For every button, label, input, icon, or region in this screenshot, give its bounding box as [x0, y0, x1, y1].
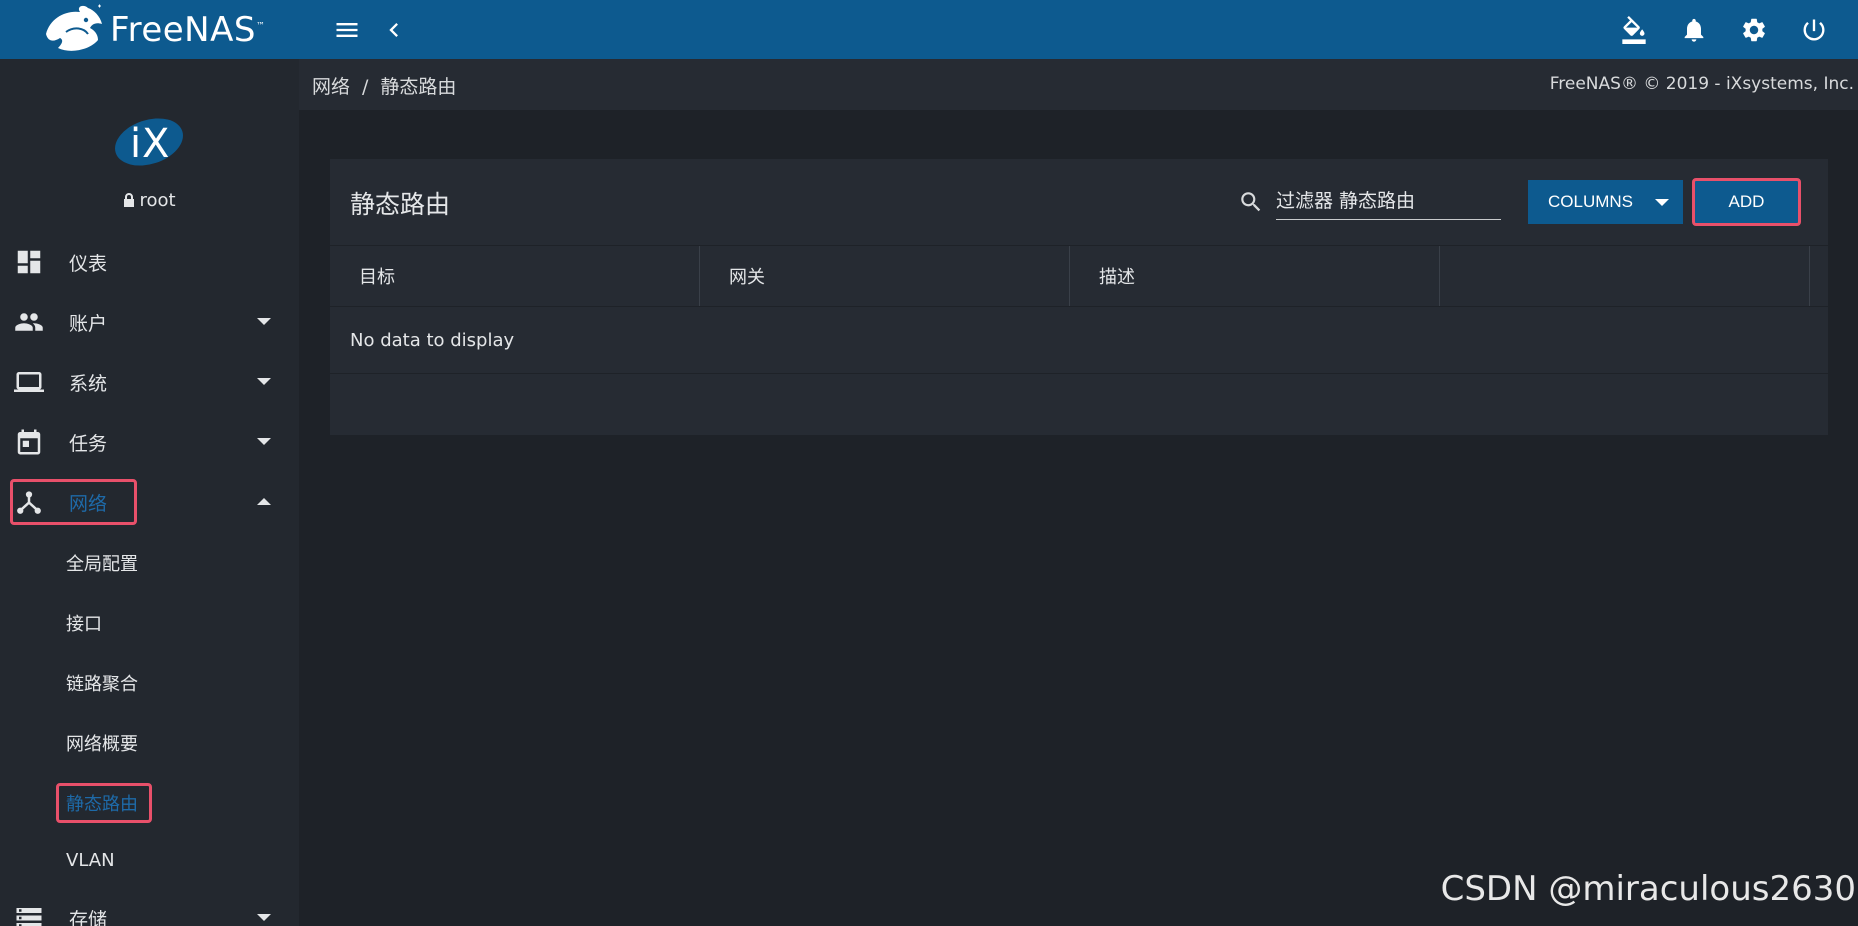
settings-gear-icon[interactable] — [1738, 14, 1770, 46]
sidebar-subitem-link-aggregation[interactable]: 链路聚合 — [66, 670, 138, 696]
chevron-left-icon[interactable] — [378, 14, 410, 46]
network-icon — [14, 487, 44, 517]
brand-name: FreeNAS™ — [110, 9, 266, 50]
sidebar-item-label: 账户 — [69, 312, 108, 335]
breadcrumb-separator: / — [362, 76, 369, 98]
page-title: 静态路由 — [350, 190, 451, 219]
shark-logo-icon — [46, 4, 102, 51]
sidebar: i X root 仪表 账户 系统 任务 网络 全局配置 接口 链路聚合 网络概… — [0, 59, 299, 926]
sidebar-item-storage[interactable]: 存储 — [0, 888, 299, 926]
column-header-gateway[interactable]: 网关 — [700, 246, 1070, 306]
column-header-actions — [1440, 246, 1810, 306]
accounts-icon — [14, 307, 44, 337]
sidebar-subitem-global-config[interactable]: 全局配置 — [66, 550, 138, 576]
chevron-down-icon — [257, 914, 271, 921]
menu-icon[interactable] — [331, 14, 363, 46]
column-header-description[interactable]: 描述 — [1070, 246, 1440, 306]
chevron-down-icon — [257, 378, 271, 385]
column-header-target[interactable]: 目标 — [330, 246, 700, 306]
notifications-bell-icon[interactable] — [1678, 14, 1710, 46]
columns-button-label: COLUMNS — [1548, 192, 1634, 211]
table-header: 目标 网关 描述 — [330, 245, 1828, 307]
sidebar-item-dashboard[interactable]: 仪表 — [0, 232, 299, 292]
theme-paint-icon[interactable] — [1618, 14, 1650, 46]
sidebar-subitem-interfaces[interactable]: 接口 — [66, 610, 102, 636]
laptop-icon — [14, 367, 44, 397]
top-bar: FreeNAS™ — [0, 0, 1858, 59]
filter-input[interactable] — [1276, 182, 1501, 220]
dashboard-icon — [14, 247, 44, 277]
chevron-down-icon — [1655, 199, 1669, 206]
power-icon[interactable] — [1798, 14, 1830, 46]
breadcrumb-parent[interactable]: 网络 — [312, 76, 350, 98]
empty-table-message: No data to display — [330, 307, 1828, 374]
chevron-down-icon — [257, 438, 271, 445]
current-user: root — [0, 190, 299, 211]
calendar-icon — [14, 427, 44, 457]
sidebar-subitem-static-routes[interactable]: 静态路由 — [66, 790, 138, 816]
sidebar-subitem-network-summary[interactable]: 网络概要 — [66, 730, 138, 756]
freenas-logo[interactable]: FreeNAS™ — [40, 0, 265, 59]
sidebar-subitem-vlan[interactable]: VLAN — [66, 850, 115, 871]
chevron-up-icon — [257, 498, 271, 505]
copyright-text: FreeNAS® © 2019 - iXsystems, Inc. — [1549, 74, 1854, 94]
breadcrumb-current: 静态路由 — [380, 76, 457, 98]
sidebar-item-label: 系统 — [69, 372, 108, 395]
add-button[interactable]: ADD — [1694, 180, 1799, 224]
lock-icon — [124, 193, 135, 207]
svg-text:i: i — [130, 121, 141, 167]
sidebar-item-network[interactable]: 网络 — [0, 472, 299, 532]
sidebar-item-system[interactable]: 系统 — [0, 352, 299, 412]
sidebar-item-label: 仪表 — [69, 252, 108, 275]
ix-systems-logo-icon: i X — [115, 118, 183, 167]
sidebar-item-accounts[interactable]: 账户 — [0, 292, 299, 352]
storage-icon — [14, 903, 44, 926]
sidebar-item-label: 存储 — [69, 908, 108, 926]
static-routes-card: 静态路由 COLUMNS ADD 目标 网关 描述 No data to dis… — [330, 159, 1828, 435]
breadcrumb: 网络 / 静态路由 — [312, 72, 456, 99]
sidebar-item-tasks[interactable]: 任务 — [0, 412, 299, 472]
svg-text:X: X — [142, 121, 169, 167]
breadcrumb-bar: 网络 / 静态路由 FreeNAS® © 2019 - iXsystems, Inc… — [299, 59, 1858, 110]
sidebar-item-label: 网络 — [69, 492, 108, 515]
watermark: CSDN @miraculous2630 — [1440, 869, 1856, 909]
columns-button[interactable]: COLUMNS — [1528, 180, 1683, 224]
sidebar-item-label: 任务 — [69, 432, 108, 455]
search-icon — [1238, 189, 1264, 215]
chevron-down-icon — [257, 318, 271, 325]
